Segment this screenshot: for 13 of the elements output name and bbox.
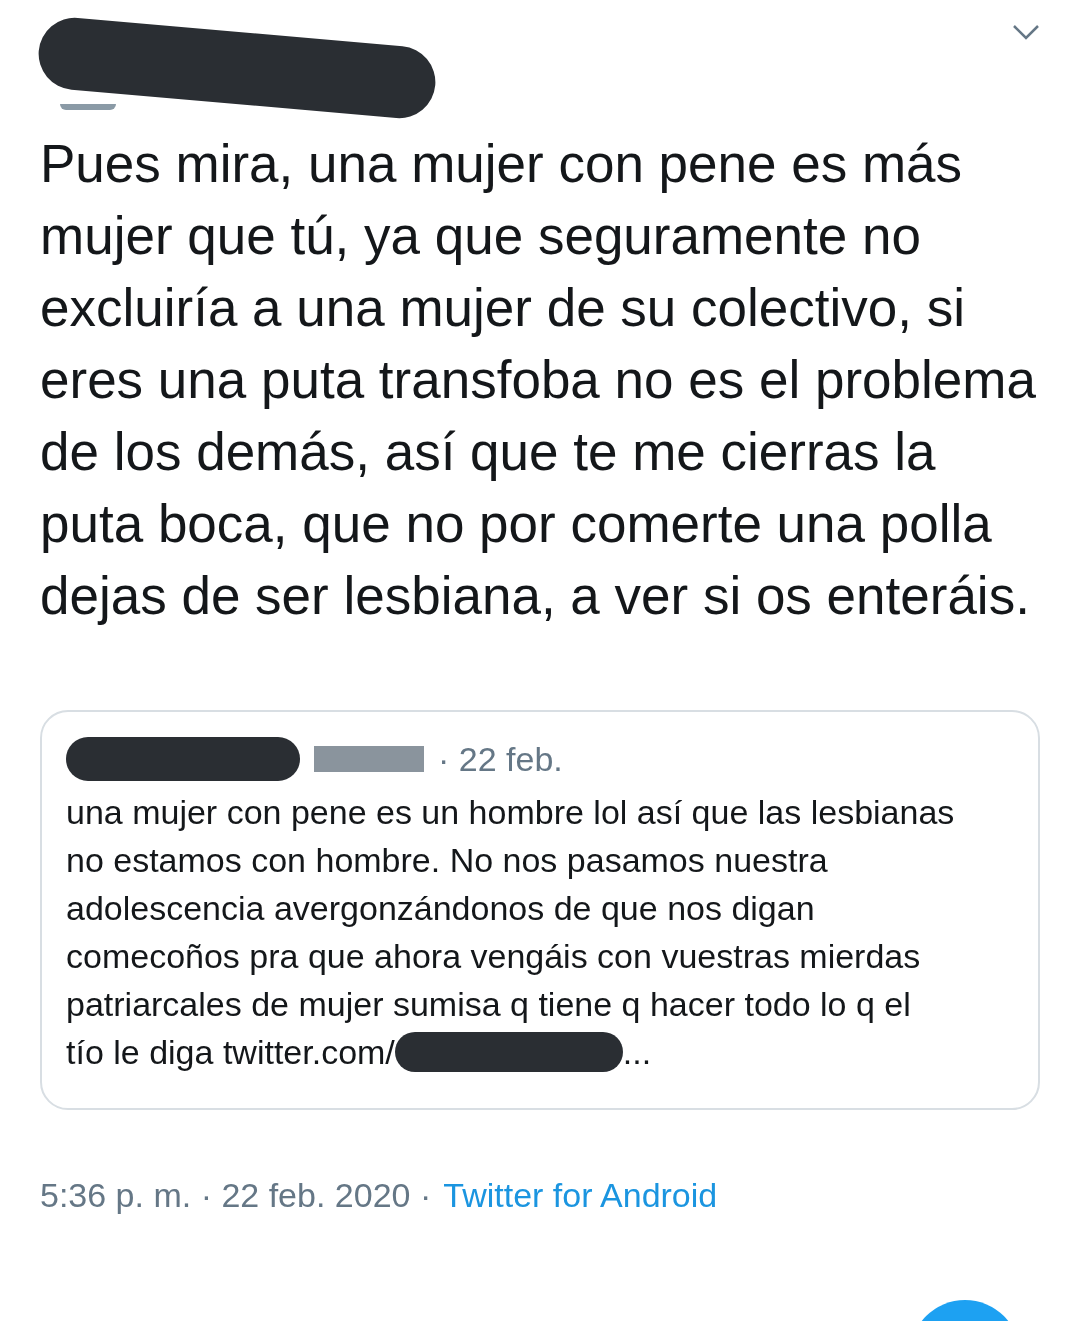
caret-icon[interactable] — [1012, 24, 1040, 40]
quoted-text-line: no estamos con hombre. No nos pasamos nuestra — [66, 840, 828, 881]
quoted-date: · 22 feb. — [438, 738, 563, 780]
source-link[interactable]: Twitter for Android — [443, 1170, 718, 1221]
ellipsis: ... — [622, 1032, 652, 1073]
quoted-text-line: comecoños pra que ahora vengáis con vuestras mierdas — [66, 936, 921, 977]
quoted-text-line: adolescencia avergonzándonos de que nos digan — [66, 888, 815, 929]
tweet-text: Pues mira, una mujer con pene es más mujer que tú, ya que seguramente no excluiría a una mujer de su colectivo, si eres una puta transfoba no es el problema de los demás, así que te me cierras la puta boca, que no por comerte una polla dejas de ser lesbiana, a ver si os enteráis. — [39, 133, 1037, 627]
quoted-text-line: patriarcales de mujer sumisa q tiene q hacer todo lo q el — [66, 984, 911, 1025]
quoted-text-line: una mujer con pene es un hombre lol así que las lesbianas — [66, 792, 955, 833]
quoted-text-line: tío le diga twitter.com/ — [66, 1032, 395, 1073]
avatar[interactable] — [60, 104, 116, 110]
timestamp: 5:36 p. m. · 22 feb. 2020 · — [40, 1175, 432, 1216]
